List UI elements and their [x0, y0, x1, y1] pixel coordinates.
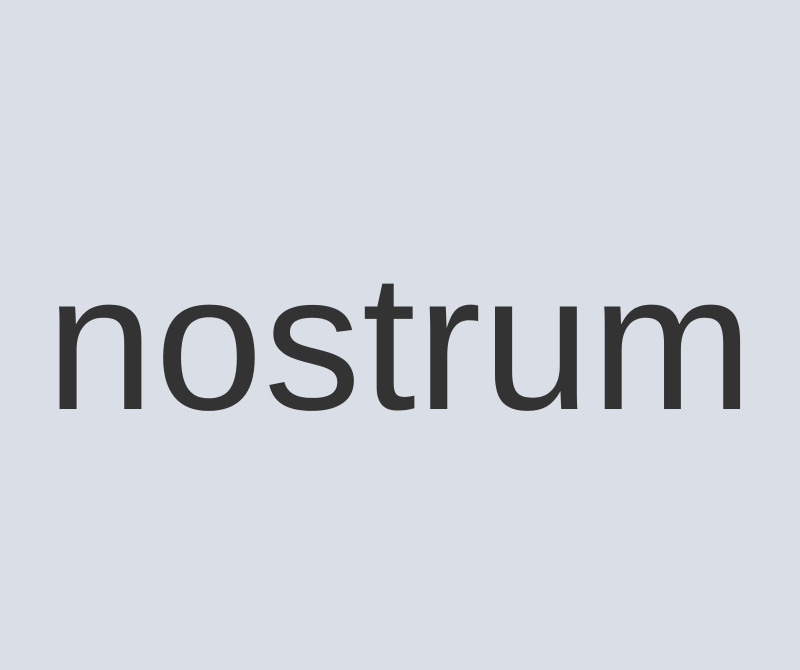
word-text: nostrum — [46, 234, 754, 451]
word-container: nostrum — [0, 234, 800, 451]
